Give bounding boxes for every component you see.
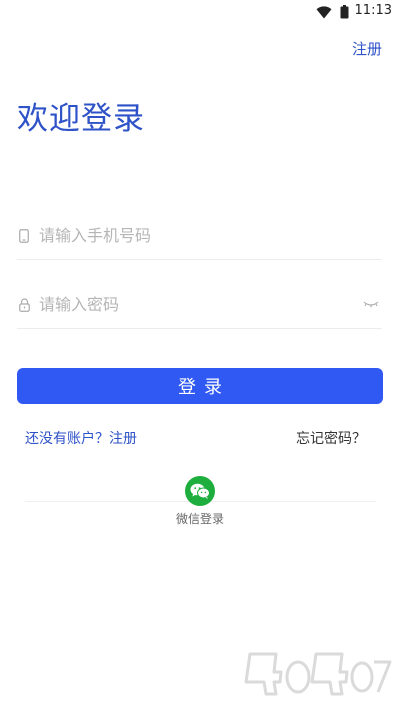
phone-field[interactable] [17, 212, 382, 260]
register-link-top[interactable]: 注册 [352, 38, 382, 59]
password-input[interactable] [39, 295, 362, 314]
forgot-password-link[interactable]: 忘记密码？ [296, 428, 366, 448]
phone-input[interactable] [39, 226, 382, 245]
wifi-icon [316, 4, 334, 18]
phone-icon [17, 228, 31, 244]
no-account-register-link[interactable]: 还没有账户？注册 [25, 428, 137, 448]
password-field[interactable] [17, 281, 382, 329]
status-time: 11:13 [354, 3, 392, 18]
wechat-icon [185, 476, 215, 506]
lock-icon [17, 297, 31, 313]
login-button[interactable]: 登录 [17, 368, 383, 404]
eye-closed-icon[interactable] [362, 299, 380, 311]
page-title: 欢迎登录 [17, 101, 145, 137]
status-right: 11:13 [316, 3, 392, 18]
status-bar: 11:13 [0, 0, 400, 24]
battery-icon [340, 4, 349, 18]
wechat-login-button[interactable]: 微信登录 [171, 476, 229, 527]
watermark-logo [242, 644, 392, 704]
wechat-login-label: 微信登录 [175, 512, 224, 526]
